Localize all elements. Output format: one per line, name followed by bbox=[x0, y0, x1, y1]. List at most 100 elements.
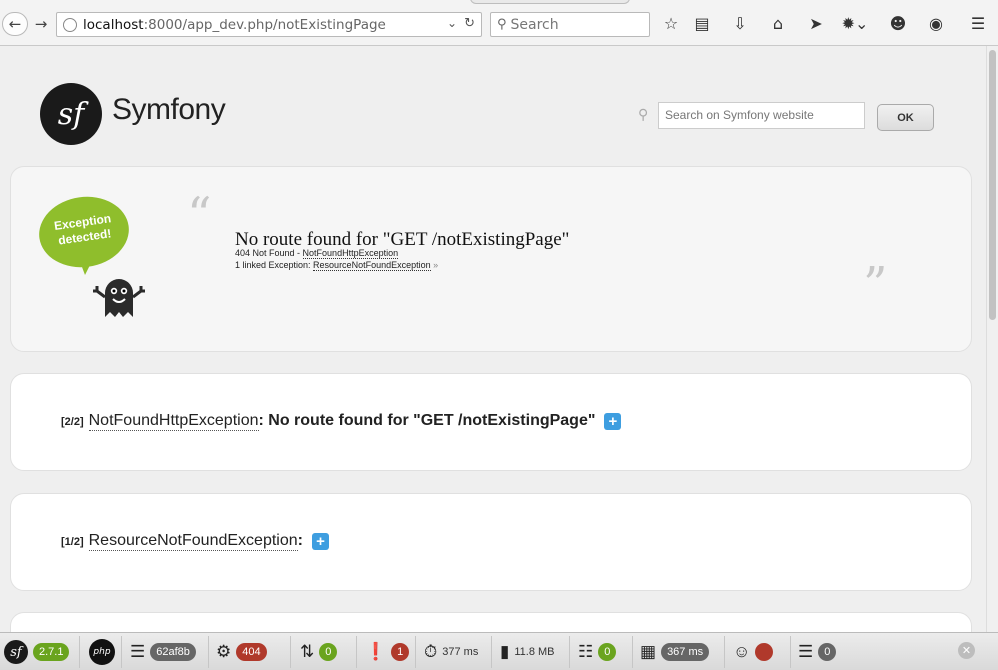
globe-icon[interactable]: ◉ bbox=[924, 13, 948, 35]
quote-open-mark: “ bbox=[187, 187, 212, 243]
divider bbox=[724, 636, 725, 668]
trace-exception-class: ResourceNotFoundException bbox=[88, 532, 298, 551]
menu-icon[interactable]: ☰ bbox=[966, 13, 990, 35]
trace-count: [2/2] bbox=[61, 416, 84, 428]
profiler-toolbar: sf 2.7.1 php ☰ 62af8b ⚙ 404 ⇅ 0 ❗ 1 ⏱ 37… bbox=[0, 632, 998, 670]
trace-message: : bbox=[297, 532, 303, 549]
request-status-item[interactable]: ⚙ 404 bbox=[216, 639, 267, 665]
php-item[interactable]: php bbox=[89, 639, 115, 665]
site-identity-icon[interactable] bbox=[63, 17, 77, 32]
divider bbox=[632, 636, 633, 668]
search-ok-button[interactable]: OK bbox=[877, 104, 934, 131]
page-scrollbar[interactable] bbox=[986, 46, 998, 632]
browser-search-input[interactable]: ⚲ Search bbox=[490, 12, 650, 37]
symfony-version: 2.7.1 bbox=[33, 643, 70, 661]
status-exception-class: NotFoundHttpException bbox=[302, 248, 399, 259]
security-item[interactable]: ☺ bbox=[733, 639, 774, 665]
quote-close-mark: ” bbox=[863, 257, 888, 313]
render-time: 367 ms bbox=[661, 643, 710, 661]
exception-status: 404 Not Found - NotFoundHttpException bbox=[235, 248, 399, 259]
divider bbox=[208, 636, 209, 668]
status-code-badge: 404 bbox=[236, 643, 267, 661]
send-icon[interactable]: ➤ bbox=[804, 13, 828, 35]
exception-summary: Exception detected! “ ” No route found f… bbox=[10, 166, 972, 352]
trace-count: [1/2] bbox=[61, 536, 84, 548]
user-icon: ☺ bbox=[733, 642, 751, 661]
divider bbox=[356, 636, 357, 668]
download-icon[interactable]: ⇩ bbox=[728, 13, 752, 35]
memory-item[interactable]: ▮ 11.8 MB bbox=[500, 639, 555, 665]
ghost-icon bbox=[93, 279, 145, 317]
gear-icon: ⚙ bbox=[216, 642, 232, 661]
browser-toolbar: ← → localhost:8000/app_dev.php/notExisti… bbox=[0, 0, 998, 46]
logs-panel bbox=[10, 612, 972, 632]
url-path: :8000/app_dev.php/notExistingPage bbox=[143, 16, 386, 33]
search-icon: ⚲ bbox=[497, 17, 507, 32]
chat-icon[interactable]: ☻ bbox=[886, 13, 910, 35]
search-icon: ⚲ bbox=[638, 107, 649, 123]
clipboard-icon: ☷ bbox=[578, 642, 594, 661]
divider bbox=[415, 636, 416, 668]
extension-icon[interactable]: ✹⌄ bbox=[838, 13, 872, 35]
divider bbox=[569, 636, 570, 668]
security-status-icon bbox=[755, 643, 774, 661]
browser-search-placeholder: Search bbox=[510, 16, 559, 33]
history-dropdown-icon[interactable]: ⌄ bbox=[447, 16, 457, 30]
token-icon: ☰ bbox=[130, 642, 146, 661]
status-prefix: 404 Not Found - bbox=[235, 248, 303, 258]
linked-exception-link[interactable]: ResourceNotFoundException bbox=[313, 260, 431, 271]
page-content: sf Symfony ⚲ Search on Symfony website O… bbox=[0, 47, 986, 632]
reading-list-icon[interactable]: ▤ bbox=[690, 13, 714, 35]
divider bbox=[79, 636, 80, 668]
routing-icon: ⇅ bbox=[300, 642, 315, 661]
divider bbox=[290, 636, 291, 668]
exception-trace: [2/2] NotFoundHttpException : No route f… bbox=[10, 373, 972, 471]
symfony-version-item[interactable]: sf 2.7.1 bbox=[4, 639, 70, 665]
routing-count: 0 bbox=[319, 643, 338, 661]
scrollbar-thumb[interactable] bbox=[989, 50, 996, 320]
profiler-token: 62af8b bbox=[150, 643, 196, 661]
expand-trace-button[interactable]: + bbox=[311, 533, 329, 550]
expand-trace-button[interactable]: + bbox=[604, 413, 622, 430]
symfony-icon: sf bbox=[4, 640, 28, 664]
render-time-item[interactable]: ▦ 367 ms bbox=[640, 639, 710, 665]
request-time: 377 ms bbox=[442, 646, 479, 658]
home-icon[interactable]: ⌂ bbox=[766, 13, 790, 35]
logo-glyph: sf bbox=[57, 96, 85, 132]
trace-heading: [1/2] ResourceNotFoundException : + bbox=[61, 532, 329, 551]
database-icon: ☰ bbox=[798, 642, 814, 661]
linked-arrow[interactable]: » bbox=[433, 260, 438, 270]
close-toolbar-icon[interactable]: ✕ bbox=[958, 642, 975, 659]
url-host: localhost bbox=[83, 16, 144, 33]
trace-exception-class: NotFoundHttpException bbox=[88, 412, 259, 431]
site-search-input[interactable]: Search on Symfony website bbox=[658, 102, 865, 129]
divider bbox=[790, 636, 791, 668]
php-icon: php bbox=[89, 639, 115, 665]
exception-icon: ❗ bbox=[365, 642, 387, 661]
exception-trace: [1/2] ResourceNotFoundException : + bbox=[10, 493, 972, 591]
symfony-logo[interactable]: sf bbox=[40, 83, 102, 145]
reload-icon[interactable]: ↻ bbox=[464, 16, 475, 31]
linked-exceptions: 1 linked Exception: ResourceNotFoundExce… bbox=[235, 260, 438, 271]
active-tab-edge bbox=[470, 0, 630, 4]
database-item[interactable]: ☰ 0 bbox=[798, 639, 837, 665]
divider bbox=[121, 636, 122, 668]
logs-count: 0 bbox=[598, 643, 617, 661]
stopwatch-icon: ⏱ bbox=[424, 642, 438, 661]
star-icon[interactable]: ☆ bbox=[659, 13, 683, 35]
profiler-token-item[interactable]: ☰ 62af8b bbox=[130, 639, 196, 665]
forward-icon[interactable]: → bbox=[30, 12, 52, 36]
url-bar[interactable]: localhost:8000/app_dev.php/notExistingPa… bbox=[56, 12, 482, 37]
memory-usage: 11.8 MB bbox=[514, 646, 555, 658]
trace-heading: [2/2] NotFoundHttpException : No route f… bbox=[61, 412, 622, 431]
layout-icon: ▦ bbox=[640, 642, 657, 661]
logs-item[interactable]: ☷ 0 bbox=[578, 639, 617, 665]
errors-count: 1 bbox=[391, 643, 410, 661]
db-query-count: 0 bbox=[818, 643, 837, 661]
divider bbox=[491, 636, 492, 668]
trace-message: : No route found for "GET /notExistingPa… bbox=[258, 412, 596, 429]
back-icon[interactable]: ← bbox=[2, 12, 28, 36]
timer-item[interactable]: ⏱ 377 ms bbox=[424, 639, 478, 665]
routing-item[interactable]: ⇅ 0 bbox=[300, 639, 338, 665]
errors-item[interactable]: ❗ 1 bbox=[365, 639, 410, 665]
